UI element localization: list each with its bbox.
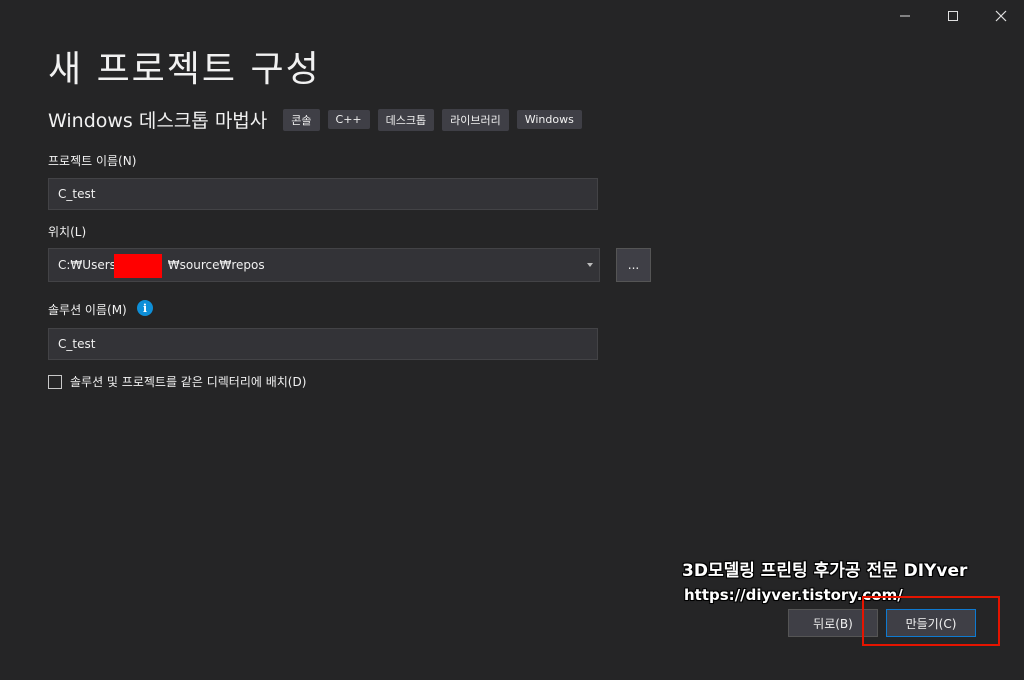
info-icon[interactable]: i: [137, 300, 153, 316]
same-directory-checkbox[interactable]: [48, 374, 62, 389]
tag-cpp: C++: [327, 110, 370, 129]
solution-name-label: 솔루션 이름(M): [48, 303, 127, 317]
template-header: Windows 데스크톱 마법사 콘솔 C++ 데스크톱 라이브러리 Windo…: [48, 106, 590, 133]
project-name-input[interactable]: [48, 178, 598, 210]
template-name: Windows 데스크톱 마법사: [48, 110, 268, 132]
minimize-icon: [900, 15, 910, 17]
browse-button[interactable]: ...: [616, 248, 651, 282]
chevron-down-icon: [587, 263, 593, 267]
solution-name-input[interactable]: [48, 328, 598, 360]
project-name-label: 프로젝트 이름(N): [48, 154, 137, 168]
watermark-url: https://diyver.tistory.com/: [684, 586, 903, 604]
location-value: C:₩Users₩ ₩source₩repos: [58, 254, 265, 278]
close-icon: [995, 10, 1007, 22]
page-title: 새 프로젝트 구성: [48, 49, 321, 90]
tag-library: 라이브러리: [442, 108, 509, 131]
watermark-text: 3D모델링 프린팅 후가공 전문 DIYver: [682, 561, 968, 581]
back-button[interactable]: 뒤로(B): [788, 609, 878, 637]
redaction-block: [114, 254, 162, 278]
maximize-icon: [948, 11, 958, 21]
location-combobox[interactable]: C:₩Users₩ ₩source₩repos: [48, 248, 600, 282]
tag-windows: Windows: [516, 110, 582, 129]
tag-console: 콘솔: [283, 108, 320, 131]
same-directory-label: 솔루션 및 프로젝트를 같은 디렉터리에 배치(D): [70, 375, 307, 389]
create-button[interactable]: 만들기(C): [886, 609, 976, 637]
location-label: 위치(L): [48, 225, 87, 239]
tag-desktop: 데스크톱: [377, 108, 435, 131]
minimize-button[interactable]: [895, 6, 915, 26]
close-button[interactable]: [991, 6, 1011, 26]
maximize-button[interactable]: [943, 6, 963, 26]
same-directory-option[interactable]: 솔루션 및 프로젝트를 같은 디렉터리에 배치(D): [48, 373, 306, 390]
